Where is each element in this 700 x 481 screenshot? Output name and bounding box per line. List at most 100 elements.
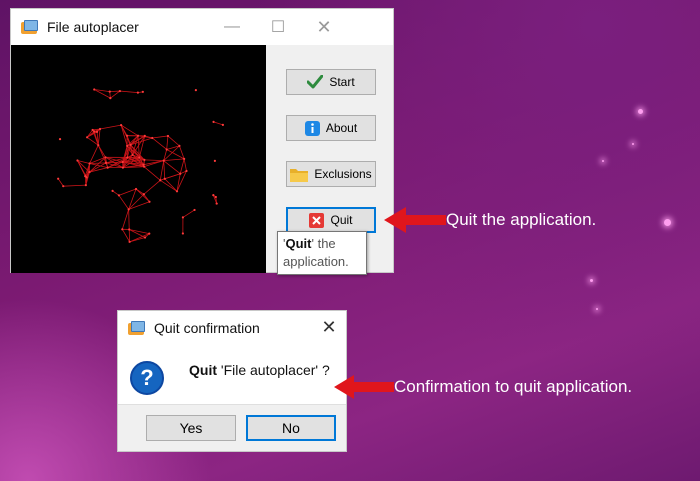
- graph-edge: [128, 193, 145, 210]
- dialog-close-button[interactable]: ✕: [312, 311, 346, 344]
- checkmark-icon: [307, 75, 324, 89]
- start-button-label: Start: [329, 75, 355, 89]
- graph-edge: [57, 178, 64, 187]
- folder-icon: [290, 167, 309, 182]
- graph-node: [166, 134, 170, 138]
- graph-node: [143, 134, 146, 137]
- graph-edge: [143, 179, 161, 195]
- dialog-message-bold: Quit: [189, 362, 217, 378]
- graph-node: [183, 157, 186, 160]
- tooltip-bold: Quit: [285, 236, 312, 251]
- graph-node: [108, 90, 111, 93]
- quit-button[interactable]: Quit: [286, 207, 376, 233]
- background-star: [664, 219, 671, 226]
- graph-edge: [118, 188, 137, 196]
- background-star: [596, 308, 598, 310]
- graph-node: [213, 159, 216, 162]
- graph-node: [111, 189, 114, 192]
- graph-node: [119, 123, 123, 127]
- dialog-body: ? Quit 'File autoplacer' ?: [118, 344, 346, 406]
- graph-node: [134, 187, 138, 191]
- about-button[interactable]: About: [286, 115, 376, 141]
- graph-edge: [63, 184, 86, 187]
- network-graph-icon: [57, 88, 225, 243]
- dialog-titlebar[interactable]: Quit confirmation ✕: [118, 311, 346, 344]
- graph-node: [148, 200, 151, 203]
- network-visualization: [11, 45, 266, 273]
- graph-node: [106, 166, 109, 169]
- graph-edge: [152, 135, 169, 139]
- graph-node: [138, 156, 141, 159]
- graph-edge: [121, 229, 130, 243]
- graph-node: [128, 228, 131, 231]
- quit-annotation: Quit the application.: [446, 210, 597, 229]
- graph-edge: [183, 158, 187, 172]
- yes-button[interactable]: Yes: [146, 415, 236, 441]
- graph-node: [142, 163, 145, 166]
- folder-app-icon: [21, 20, 39, 34]
- graph-edge: [182, 209, 195, 218]
- maximize-button[interactable]: ☐: [255, 9, 301, 45]
- graph-node: [121, 166, 125, 169]
- graph-edge: [99, 124, 122, 130]
- graph-node: [181, 216, 185, 219]
- no-button[interactable]: No: [246, 415, 336, 441]
- graph-edge: [118, 195, 129, 210]
- graph-node: [159, 179, 162, 182]
- minimize-button[interactable]: —: [209, 9, 255, 45]
- tooltip-text-1: ' the: [311, 236, 336, 251]
- graph-edge: [128, 188, 137, 210]
- graph-node: [127, 208, 130, 211]
- main-titlebar[interactable]: File autoplacer — ☐ ✕: [11, 9, 393, 45]
- start-button[interactable]: Start: [286, 69, 376, 95]
- graph-node: [104, 156, 107, 159]
- graph-node: [104, 161, 108, 164]
- graph-edge: [167, 135, 180, 147]
- graph-node: [93, 130, 96, 133]
- graph-edge: [119, 90, 138, 93]
- confirm-annotation: Confirmation to quit application.: [394, 377, 633, 396]
- dialog-message: Quit 'File autoplacer' ?: [189, 362, 330, 378]
- graph-node: [136, 134, 140, 137]
- graph-node: [129, 143, 132, 146]
- tooltip-text-2: application.: [283, 254, 349, 269]
- graph-node: [97, 144, 100, 147]
- background-star: [638, 109, 643, 114]
- graph-node: [194, 89, 197, 92]
- graph-node: [85, 176, 88, 179]
- graph-node: [178, 144, 181, 147]
- graph-edge: [129, 229, 150, 235]
- graph-node: [57, 177, 60, 180]
- close-button[interactable]: ✕: [301, 9, 347, 45]
- graph-edge: [160, 179, 178, 192]
- graph-edge: [97, 128, 101, 146]
- graph-edge: [144, 159, 164, 162]
- graph-node: [128, 240, 131, 243]
- question-icon: ?: [130, 361, 164, 395]
- graph-edge: [128, 209, 130, 230]
- graph-node: [193, 208, 196, 212]
- graph-node: [86, 136, 89, 139]
- dialog-message-rest: 'File autoplacer' ?: [217, 362, 330, 378]
- graph-node: [88, 162, 91, 165]
- graph-node: [76, 159, 79, 162]
- graph-edge: [179, 158, 185, 174]
- background-star: [602, 160, 604, 162]
- graph-node: [136, 91, 139, 94]
- graph-node: [62, 185, 65, 188]
- window-title: File autoplacer: [47, 19, 139, 35]
- graph-node: [95, 130, 99, 133]
- folder-app-icon: [128, 320, 146, 335]
- graph-node: [179, 172, 182, 175]
- graph-edge: [112, 190, 120, 196]
- graph-edge: [163, 158, 185, 162]
- about-button-label: About: [325, 121, 358, 135]
- quit-button-label: Quit: [330, 213, 353, 227]
- graph-node: [117, 194, 121, 197]
- graph-node: [84, 184, 87, 187]
- graph-node: [143, 236, 147, 239]
- graph-node: [221, 123, 225, 126]
- exclusions-button[interactable]: Exclusions: [286, 161, 376, 187]
- graph-edge: [163, 160, 166, 179]
- graph-node: [162, 159, 165, 162]
